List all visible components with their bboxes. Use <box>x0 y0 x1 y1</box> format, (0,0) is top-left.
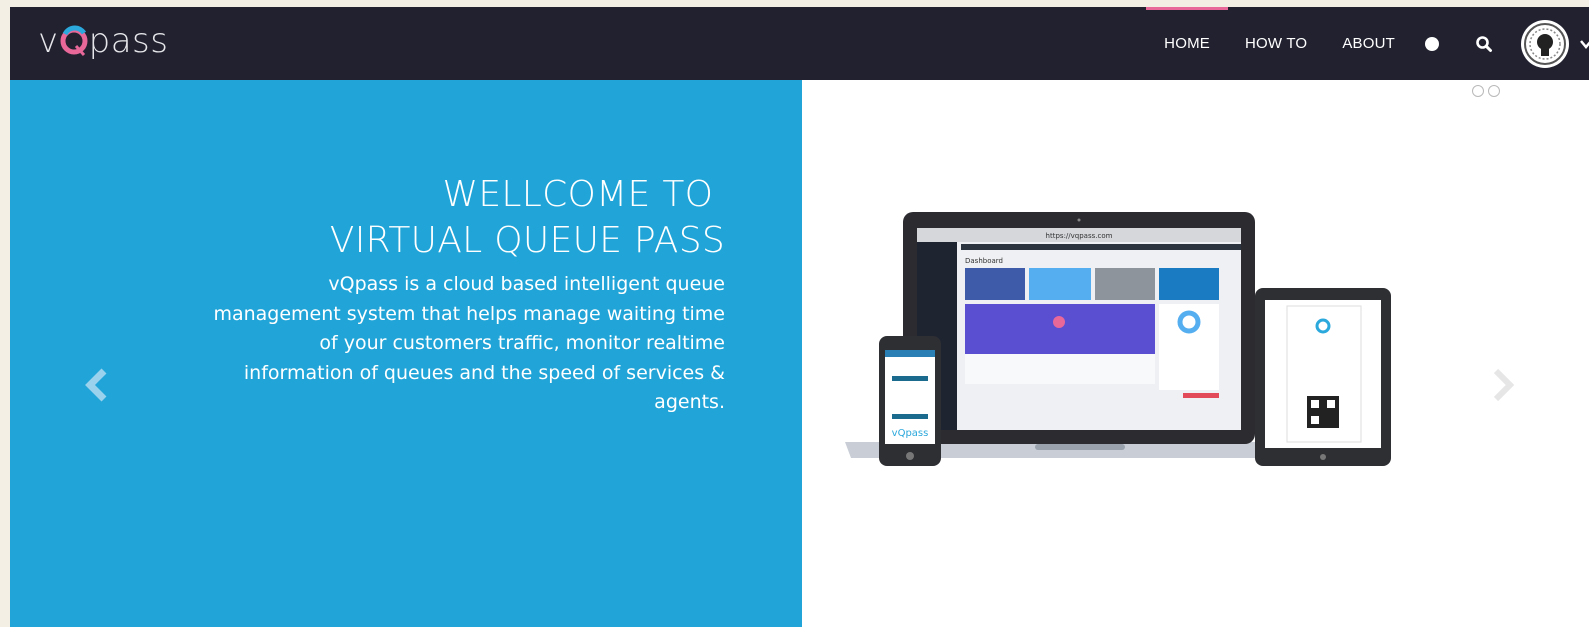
carousel-indicators <box>1472 85 1500 97</box>
hero-title-line-1: WELLCOME TO <box>442 174 725 215</box>
logo-prefix: v <box>38 21 59 61</box>
hero-text-panel: WELLCOME TO VIRTUAL QUEUE PASS vQpass is… <box>10 80 802 627</box>
brand-logo[interactable]: v pass <box>38 21 168 61</box>
status-dot-icon[interactable] <box>1425 36 1439 51</box>
mockup-url: https://vqpass.com <box>1046 232 1113 240</box>
chevron-right-icon[interactable] <box>1488 367 1518 403</box>
avatar-emblem-icon <box>1524 22 1566 65</box>
hero-carousel: WELLCOME TO VIRTUAL QUEUE PASS vQpass is… <box>10 80 1589 627</box>
logo-suffix: pass <box>88 21 169 61</box>
carousel-indicator-1[interactable] <box>1472 85 1484 97</box>
device-mockup-image: https://vqpass.com Dashboard vQpass <box>845 212 1391 466</box>
mockup-phone-logo: vQpass <box>892 428 929 439</box>
carousel-indicator-2[interactable] <box>1488 85 1500 97</box>
main-nav: HOME HOW TO ABOUT <box>1146 7 1589 80</box>
browser-page: v pass HOME HOW TO ABOUT WELLCOME TO VIR… <box>10 7 1589 627</box>
logo-q-icon <box>60 25 88 56</box>
top-navbar: v pass HOME HOW TO ABOUT <box>10 7 1589 80</box>
chevron-down-icon[interactable] <box>1579 37 1589 51</box>
chevron-left-icon[interactable] <box>82 367 112 403</box>
nav-home[interactable]: HOME <box>1146 7 1228 80</box>
search-icon[interactable] <box>1475 35 1493 53</box>
nav-about[interactable]: ABOUT <box>1342 7 1395 80</box>
hero-description: vQpass is a cloud based intelligent queu… <box>213 273 725 413</box>
hero-title-line-2: VIRTUAL QUEUE PASS <box>329 220 725 261</box>
nav-how-to[interactable]: HOW TO <box>1245 7 1307 80</box>
mockup-dashboard-title: Dashboard <box>965 257 1003 265</box>
user-avatar[interactable] <box>1521 19 1569 68</box>
hero-title: WELLCOME TO VIRTUAL QUEUE PASS <box>330 172 725 264</box>
